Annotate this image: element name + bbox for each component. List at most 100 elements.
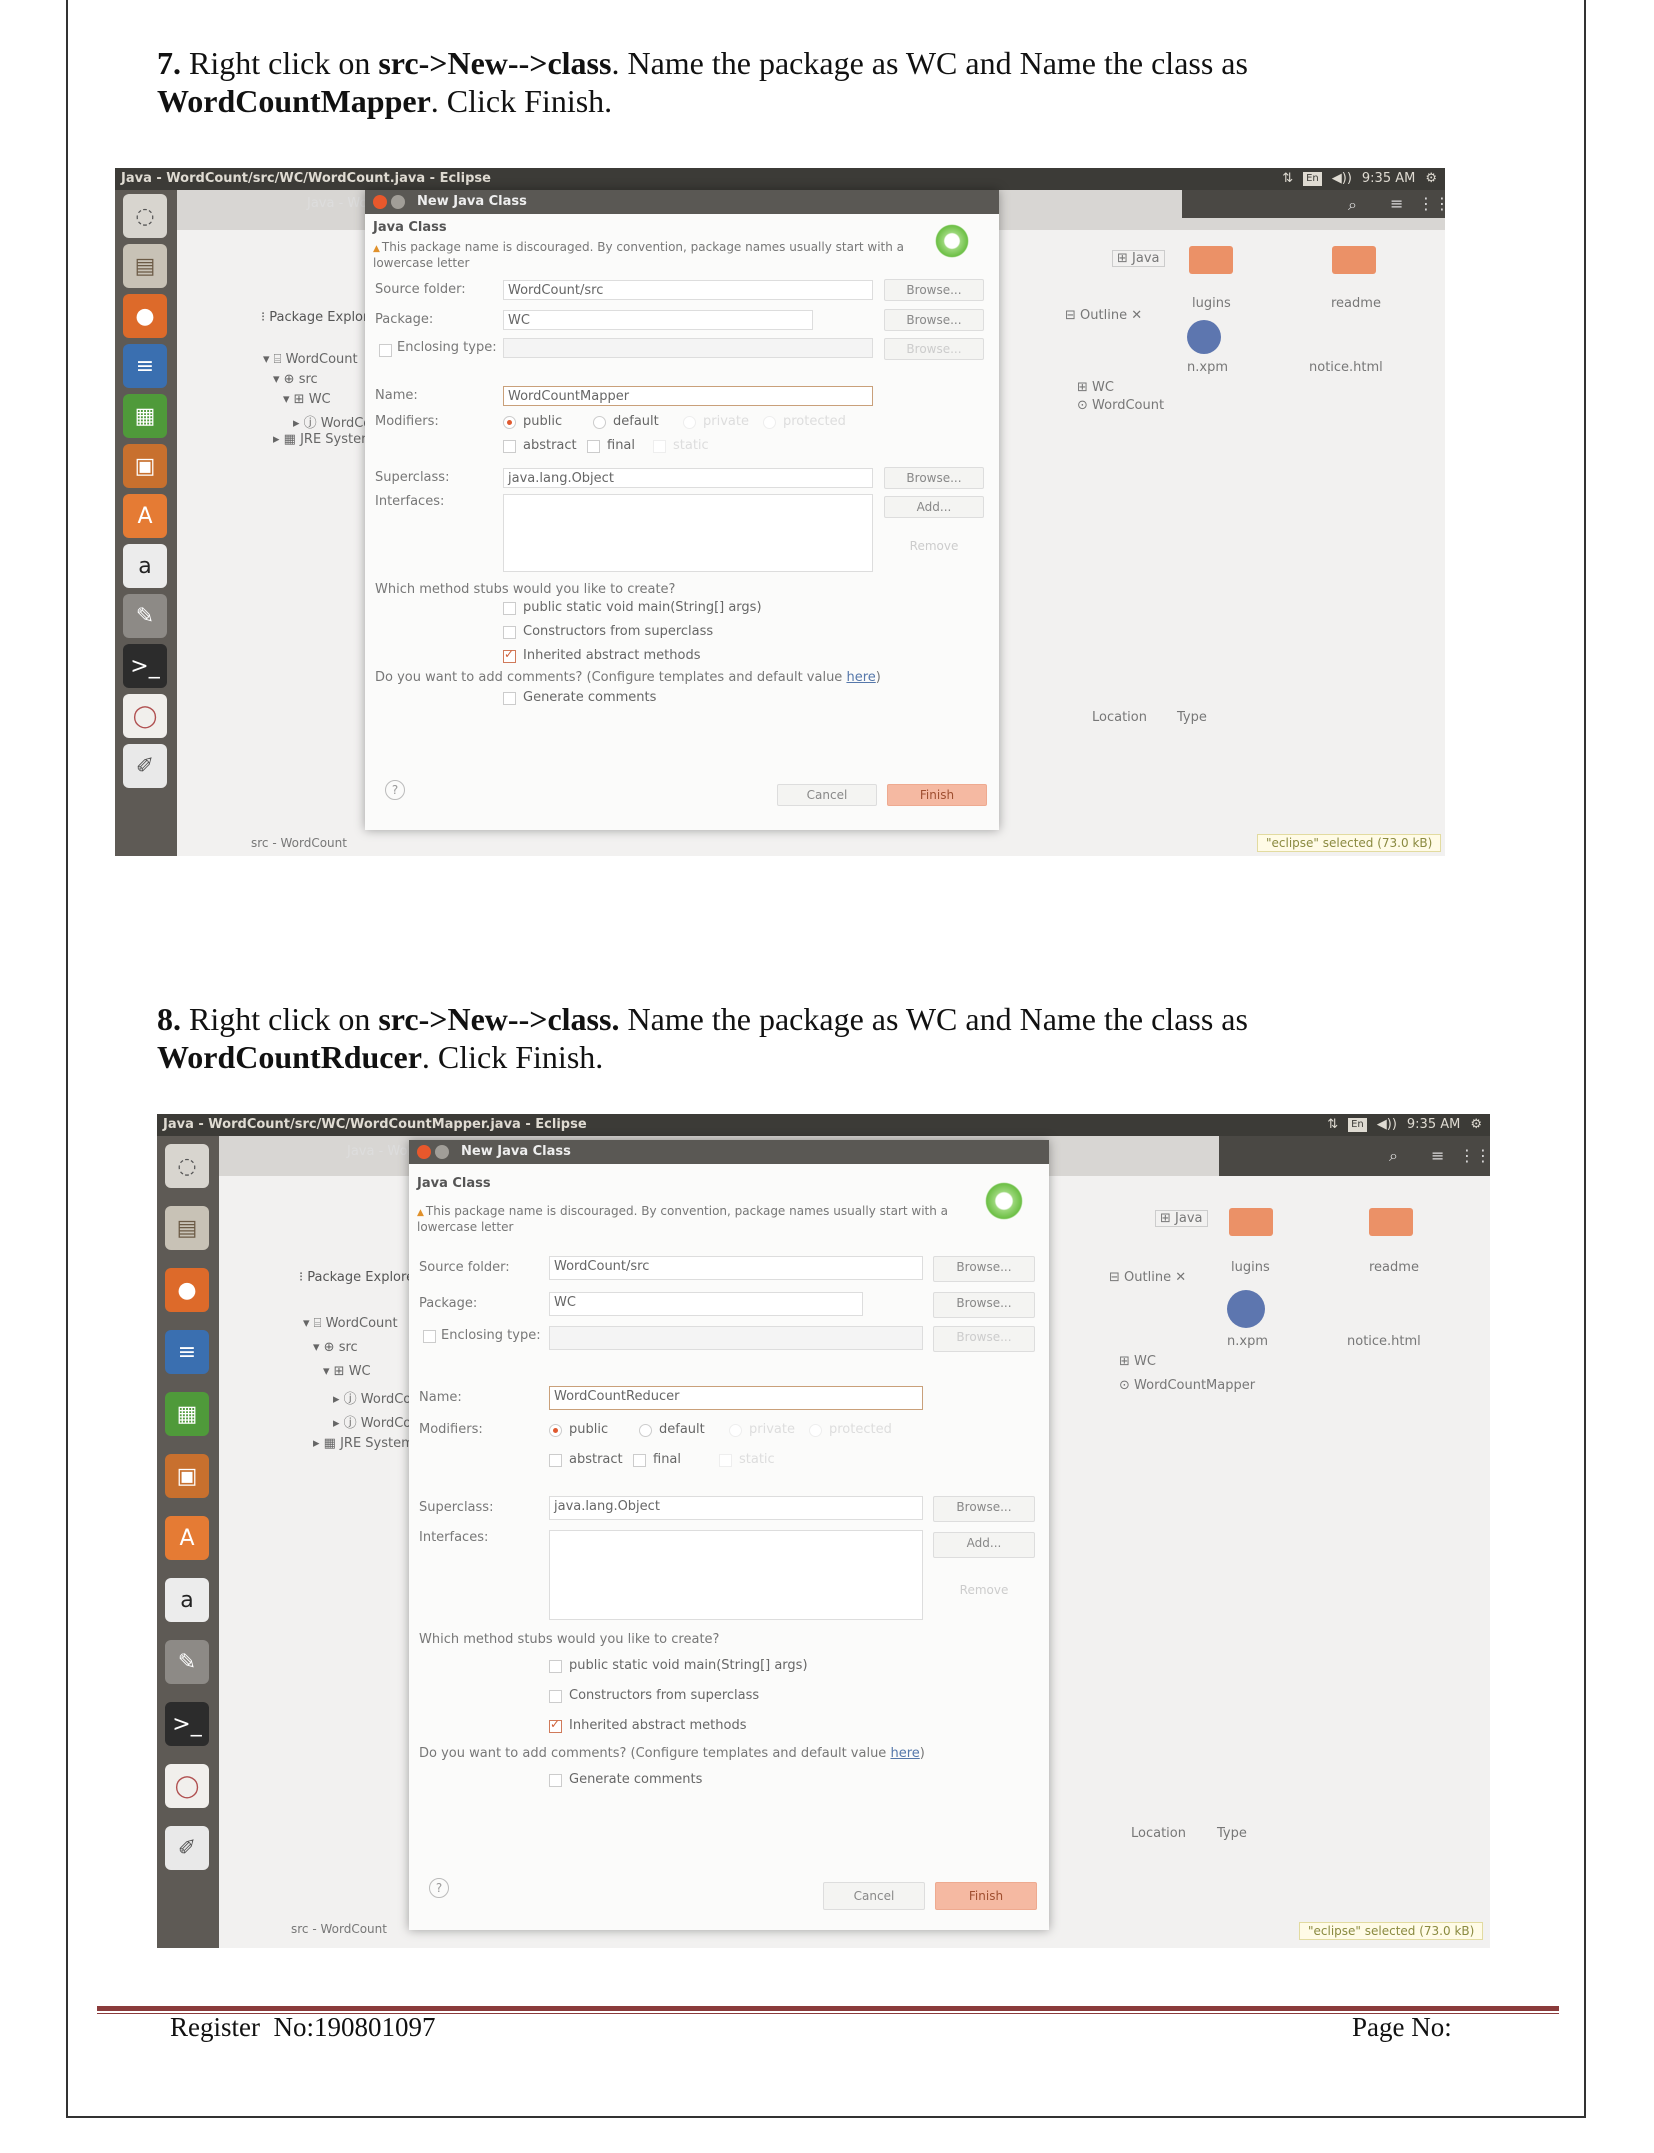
calc-icon[interactable]: ▦ <box>123 394 167 438</box>
stub-constructors-checkbox[interactable] <box>503 626 516 639</box>
add-interface-button[interactable]: Add... <box>933 1532 1035 1558</box>
files-icon[interactable]: ▤ <box>165 1206 209 1250</box>
software-center-icon[interactable]: A <box>165 1516 209 1560</box>
stub-main-checkbox[interactable] <box>503 602 516 615</box>
browse-superclass-button[interactable]: Browse... <box>884 467 984 489</box>
tree-item-src[interactable]: ▾ ⊕ src <box>313 1340 358 1355</box>
finish-button[interactable]: Finish <box>887 784 987 806</box>
folder-icon[interactable] <box>1189 246 1233 274</box>
file-label-plugins[interactable]: lugins <box>1192 296 1231 311</box>
enclosing-type-field[interactable] <box>503 338 873 358</box>
clock[interactable]: 9:35 AM <box>1407 1114 1460 1136</box>
interfaces-list[interactable] <box>549 1530 923 1620</box>
modifier-default-radio[interactable] <box>639 1424 652 1437</box>
modifier-public-radio[interactable] <box>549 1424 562 1437</box>
modifier-private-radio[interactable] <box>683 416 696 429</box>
cancel-button[interactable]: Cancel <box>823 1882 925 1910</box>
text-editor-icon[interactable]: ✐ <box>165 1826 209 1870</box>
firefox-icon[interactable]: ● <box>123 294 167 338</box>
xpm-file-icon[interactable] <box>1187 320 1221 354</box>
remove-interface-button[interactable]: Remove <box>933 1580 1035 1602</box>
impress-icon[interactable]: ▣ <box>165 1454 209 1498</box>
impress-icon[interactable]: ▣ <box>123 444 167 488</box>
network-icon[interactable]: ⇅ <box>1327 1114 1338 1136</box>
writer-icon[interactable]: ≡ <box>165 1330 209 1374</box>
file-label-notice[interactable]: notice.html <box>1347 1334 1421 1349</box>
dash-home-icon[interactable]: ◌ <box>165 1144 209 1188</box>
column-type[interactable]: Type <box>1177 710 1207 725</box>
search-icon[interactable]: ⌕ <box>1389 1146 1398 1166</box>
readme-file-icon[interactable] <box>1332 246 1376 274</box>
clock[interactable]: 9:35 AM <box>1362 168 1415 190</box>
tree-item-package[interactable]: ▾ ⊞ WC <box>323 1364 371 1379</box>
source-folder-field[interactable]: WordCount/src <box>549 1256 923 1280</box>
remove-interface-button[interactable]: Remove <box>884 536 984 558</box>
outline-item-package[interactable]: ⊞ WC <box>1119 1354 1156 1369</box>
modifier-default-radio[interactable] <box>593 416 606 429</box>
browse-package-button[interactable]: Browse... <box>884 309 984 331</box>
outline-title[interactable]: ⊟ Outline ✕ <box>1109 1270 1186 1285</box>
superclass-field[interactable]: java.lang.Object <box>503 468 873 488</box>
outline-item-class[interactable]: ⊙ WordCount <box>1077 398 1164 413</box>
minimize-icon[interactable] <box>435 1145 449 1159</box>
file-label-readme[interactable]: readme <box>1331 296 1381 311</box>
browse-source-button[interactable]: Browse... <box>933 1256 1035 1282</box>
help-icon[interactable]: ? <box>385 780 405 800</box>
menu-icon[interactable]: ≡ <box>1431 1146 1444 1165</box>
menu-icon[interactable]: ≡ <box>1390 194 1403 213</box>
column-type[interactable]: Type <box>1217 1826 1247 1841</box>
modifier-private-radio[interactable] <box>729 1424 742 1437</box>
final-checkbox[interactable] <box>633 1454 646 1467</box>
configure-templates-link[interactable]: here <box>890 1746 919 1761</box>
modifier-public-radio[interactable] <box>503 416 516 429</box>
enclosing-type-checkbox[interactable] <box>423 1330 436 1343</box>
stub-inherited-checkbox[interactable] <box>503 647 516 663</box>
eclipse-launcher-icon[interactable]: ◯ <box>123 694 167 738</box>
eclipse-launcher-icon[interactable]: ◯ <box>165 1764 209 1808</box>
enclosing-type-checkbox[interactable] <box>379 344 392 357</box>
tree-item-src[interactable]: ▾ ⊕ src <box>273 372 318 387</box>
finish-button[interactable]: Finish <box>935 1882 1037 1910</box>
modifier-protected-radio[interactable] <box>763 416 776 429</box>
system-settings-icon[interactable]: ✎ <box>165 1640 209 1684</box>
tree-item-package[interactable]: ▾ ⊞ WC <box>283 392 331 407</box>
column-location[interactable]: Location <box>1131 1826 1186 1841</box>
volume-icon[interactable]: ◀)) <box>1377 1114 1397 1136</box>
terminal-icon[interactable]: >_ <box>165 1702 209 1746</box>
abstract-checkbox[interactable] <box>503 440 516 453</box>
cancel-button[interactable]: Cancel <box>777 784 877 806</box>
tree-item-project[interactable]: ▾ ⌸ WordCount <box>303 1316 398 1331</box>
text-editor-icon[interactable]: ✐ <box>123 744 167 788</box>
keyboard-lang-indicator[interactable]: En <box>1348 1118 1367 1132</box>
browse-source-button[interactable]: Browse... <box>884 279 984 301</box>
writer-icon[interactable]: ≡ <box>123 344 167 388</box>
perspective-java-button[interactable]: ⊞ Java <box>1155 1210 1208 1227</box>
files-icon[interactable]: ▤ <box>123 244 167 288</box>
static-checkbox[interactable] <box>653 440 666 453</box>
keyboard-lang-indicator[interactable]: En <box>1303 172 1322 186</box>
amazon-icon[interactable]: a <box>123 544 167 588</box>
enclosing-type-field[interactable] <box>549 1326 923 1350</box>
xpm-file-icon[interactable] <box>1227 1290 1265 1328</box>
readme-file-icon[interactable] <box>1369 1208 1413 1236</box>
class-name-field[interactable]: WordCountMapper <box>503 386 873 406</box>
abstract-checkbox[interactable] <box>549 1454 562 1467</box>
search-icon[interactable]: ⌕ <box>1348 195 1357 215</box>
close-icon[interactable] <box>373 195 387 209</box>
grid-icon[interactable]: ⋮⋮ <box>1459 1146 1490 1165</box>
stub-constructors-checkbox[interactable] <box>549 1690 562 1703</box>
generate-comments-checkbox[interactable] <box>549 1774 562 1787</box>
browse-superclass-button[interactable]: Browse... <box>933 1496 1035 1522</box>
file-label-xpm[interactable]: n.xpm <box>1187 360 1228 375</box>
superclass-field[interactable]: java.lang.Object <box>549 1496 923 1520</box>
modifier-protected-radio[interactable] <box>809 1424 822 1437</box>
grid-icon[interactable]: ⋮⋮ <box>1418 194 1445 213</box>
column-location[interactable]: Location <box>1092 710 1147 725</box>
browse-enclosing-button[interactable]: Browse... <box>884 338 984 360</box>
minimize-icon[interactable] <box>391 195 405 209</box>
file-label-notice[interactable]: notice.html <box>1309 360 1383 375</box>
calc-icon[interactable]: ▦ <box>165 1392 209 1436</box>
outline-item-package[interactable]: ⊞ WC <box>1077 380 1114 395</box>
generate-comments-checkbox[interactable] <box>503 692 516 705</box>
package-field[interactable]: WC <box>549 1292 863 1316</box>
